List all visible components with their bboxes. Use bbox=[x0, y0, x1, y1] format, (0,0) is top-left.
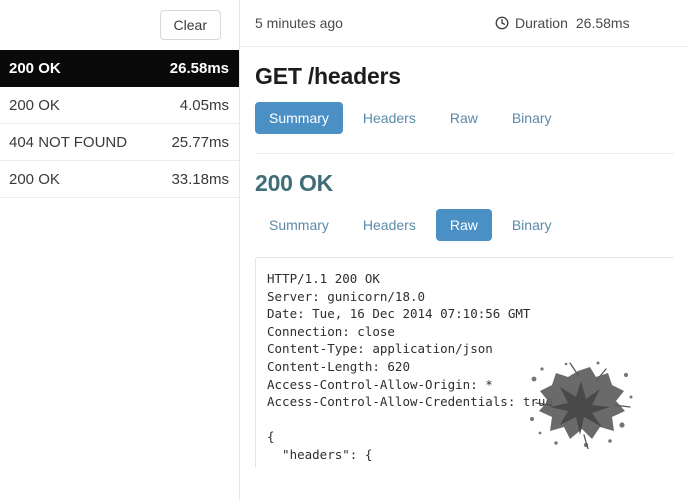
tab-request-summary[interactable]: Summary bbox=[255, 102, 343, 134]
request-section: GET /headers Summary Headers Raw Binary bbox=[240, 47, 689, 154]
request-timing: 4.05ms bbox=[179, 96, 229, 114]
raw-response-panel[interactable]: HTTP/1.1 200 OK Server: gunicorn/18.0 Da… bbox=[255, 257, 674, 467]
request-sidebar: Clear 200 OK 26.58ms 200 OK 4.05ms 404 N… bbox=[0, 0, 240, 501]
meta-bar: 5 minutes ago Duration 26.58ms bbox=[240, 0, 689, 47]
tab-request-raw[interactable]: Raw bbox=[436, 102, 492, 134]
request-timing: 26.58ms bbox=[169, 59, 229, 77]
time-ago-value: 5 minutes ago bbox=[255, 15, 343, 31]
duration-meta: Duration 26.58ms bbox=[495, 15, 630, 31]
tab-request-headers[interactable]: Headers bbox=[349, 102, 430, 134]
request-status: 200 OK bbox=[9, 96, 60, 114]
request-tabs: Summary Headers Raw Binary bbox=[255, 102, 674, 134]
request-list: 200 OK 26.58ms 200 OK 4.05ms 404 NOT FOU… bbox=[0, 50, 239, 198]
response-section: 200 OK Summary Headers Raw Binary bbox=[240, 154, 689, 241]
clock-icon bbox=[495, 16, 509, 30]
tab-request-binary[interactable]: Binary bbox=[498, 102, 566, 134]
request-detail-panel: 5 minutes ago Duration 26.58ms GET /head… bbox=[240, 0, 689, 501]
request-title: GET /headers bbox=[255, 63, 401, 89]
request-status: 200 OK bbox=[9, 59, 61, 77]
tab-response-binary[interactable]: Binary bbox=[498, 209, 566, 241]
app-root: Clear 200 OK 26.58ms 200 OK 4.05ms 404 N… bbox=[0, 0, 689, 501]
sidebar-toolbar: Clear bbox=[0, 0, 239, 50]
request-list-item[interactable]: 200 OK 33.18ms bbox=[0, 161, 239, 198]
tab-response-summary[interactable]: Summary bbox=[255, 209, 343, 241]
request-status: 200 OK bbox=[9, 170, 60, 188]
tab-response-headers[interactable]: Headers bbox=[349, 209, 430, 241]
request-list-item[interactable]: 200 OK 4.05ms bbox=[0, 87, 239, 124]
tab-response-raw[interactable]: Raw bbox=[435, 209, 492, 241]
request-timing: 33.18ms bbox=[171, 170, 229, 188]
request-list-item[interactable]: 200 OK 26.58ms bbox=[0, 50, 239, 87]
response-tabs: Summary Headers Raw Binary bbox=[255, 209, 674, 241]
request-timing: 25.77ms bbox=[171, 133, 229, 151]
raw-response-text: HTTP/1.1 200 OK Server: gunicorn/18.0 Da… bbox=[267, 271, 553, 462]
request-list-item[interactable]: 404 NOT FOUND 25.77ms bbox=[0, 124, 239, 161]
timestamp-meta: 5 minutes ago bbox=[255, 15, 343, 31]
clear-button[interactable]: Clear bbox=[159, 9, 221, 41]
duration-value: 26.58ms bbox=[575, 15, 630, 31]
request-status: 404 NOT FOUND bbox=[9, 133, 128, 151]
duration-label: Duration bbox=[514, 15, 568, 31]
response-title: 200 OK bbox=[255, 170, 334, 196]
